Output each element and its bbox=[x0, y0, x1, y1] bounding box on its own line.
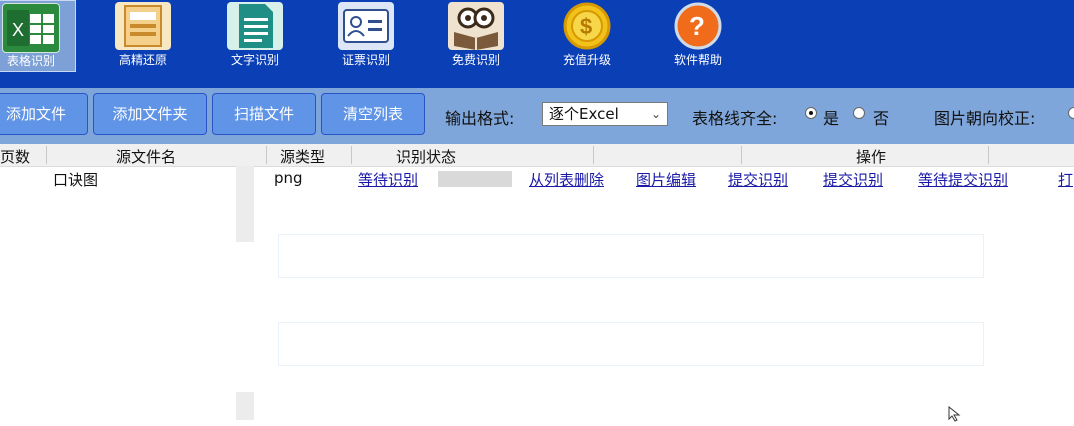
column-divider[interactable] bbox=[46, 146, 47, 164]
column-divider[interactable] bbox=[988, 146, 989, 164]
svg-text:?: ? bbox=[689, 11, 705, 41]
header-pages[interactable]: 页数 bbox=[0, 146, 30, 167]
header-source-name[interactable]: 源文件名 bbox=[116, 146, 176, 167]
column-divider[interactable] bbox=[593, 146, 594, 164]
reading-owl-icon bbox=[448, 2, 504, 50]
tool-label: 软件帮助 bbox=[673, 53, 722, 67]
document-restore-icon bbox=[115, 2, 171, 50]
excel-icon: X bbox=[2, 3, 60, 53]
tool-software-help[interactable]: ? 软件帮助 bbox=[653, 0, 743, 72]
row-source-type: png bbox=[274, 169, 303, 187]
header-source-type[interactable]: 源类型 bbox=[280, 146, 325, 167]
column-divider[interactable] bbox=[351, 146, 352, 164]
column-scroll-strip bbox=[236, 392, 254, 420]
row-source-name: 口诀图 bbox=[53, 171, 99, 189]
waiting-submit-link[interactable]: 等待提交识别 bbox=[918, 169, 1008, 190]
header-status[interactable]: 识别状态 bbox=[396, 146, 456, 167]
chevron-down-icon: ⌄ bbox=[650, 107, 661, 121]
header-operation[interactable]: 操作 bbox=[856, 146, 886, 167]
tool-label: 免费识别 bbox=[451, 53, 500, 67]
mouse-cursor-icon bbox=[948, 405, 962, 426]
tool-text-recognition[interactable]: 文字识别 bbox=[210, 0, 300, 72]
row-status[interactable]: 等待识别 bbox=[358, 169, 418, 190]
tool-label: 高精还原 bbox=[118, 53, 167, 67]
remove-from-list-link[interactable]: 从列表删除 bbox=[529, 169, 604, 190]
scan-file-button[interactable]: 扫描文件 bbox=[212, 93, 316, 135]
tool-id-recognition[interactable]: 证票识别 bbox=[321, 0, 411, 72]
output-format-value: 逐个Excel bbox=[549, 105, 619, 123]
tool-high-precision-restore[interactable]: 高精还原 bbox=[98, 0, 188, 72]
add-file-button[interactable]: 添加文件 bbox=[0, 93, 88, 135]
tool-label: 证票识别 bbox=[341, 53, 390, 67]
orientation-label: 图片朝向校正: bbox=[934, 109, 1036, 128]
yes-label: 是 bbox=[823, 109, 840, 128]
id-card-icon bbox=[338, 2, 394, 50]
output-format-label: 输出格式: bbox=[445, 109, 515, 128]
file-table-header: 页数 源文件名 源类型 识别状态 操作 bbox=[0, 144, 1074, 167]
tool-label: 文字识别 bbox=[230, 53, 279, 67]
main-toolbar: X 表格识别 高精还原 文字识别 证票识别 免费识别 $ 充值升级 ? 软件帮助 bbox=[0, 0, 1074, 88]
submit-recognition-link[interactable]: 提交识别 bbox=[728, 169, 788, 190]
clear-list-button[interactable]: 清空列表 bbox=[321, 93, 425, 135]
column-divider[interactable] bbox=[266, 146, 267, 164]
tool-label: 表格识别 bbox=[6, 54, 55, 68]
table-line-yes-radio[interactable] bbox=[805, 107, 817, 119]
column-divider[interactable] bbox=[741, 146, 742, 164]
tool-table-recognition[interactable]: X 表格识别 bbox=[0, 0, 76, 72]
help-icon: ? bbox=[670, 2, 726, 50]
add-folder-button[interactable]: 添加文件夹 bbox=[93, 93, 207, 135]
column-scroll-strip bbox=[236, 166, 254, 242]
svg-text:X: X bbox=[12, 20, 24, 40]
faint-panel-outline bbox=[278, 322, 984, 366]
table-line-no-radio[interactable] bbox=[853, 107, 865, 119]
tool-recharge-upgrade[interactable]: $ 充值升级 bbox=[542, 0, 632, 72]
output-format-select[interactable]: 逐个Excel ⌄ bbox=[542, 102, 668, 126]
faint-panel-outline bbox=[278, 234, 984, 278]
text-document-icon bbox=[227, 2, 283, 50]
orientation-radio[interactable] bbox=[1068, 107, 1074, 119]
svg-text:$: $ bbox=[580, 14, 592, 39]
open-link[interactable]: 打 bbox=[1058, 169, 1073, 190]
submit-recognition-link-2[interactable]: 提交识别 bbox=[823, 169, 883, 190]
row-progress-bar bbox=[438, 171, 512, 187]
table-line-label: 表格线齐全: bbox=[692, 109, 778, 128]
image-edit-link[interactable]: 图片编辑 bbox=[636, 169, 696, 190]
tool-label: 充值升级 bbox=[562, 53, 611, 67]
gold-coin-icon: $ bbox=[559, 2, 615, 50]
no-label: 否 bbox=[873, 109, 890, 128]
tool-free-recognition[interactable]: 免费识别 bbox=[431, 0, 521, 72]
